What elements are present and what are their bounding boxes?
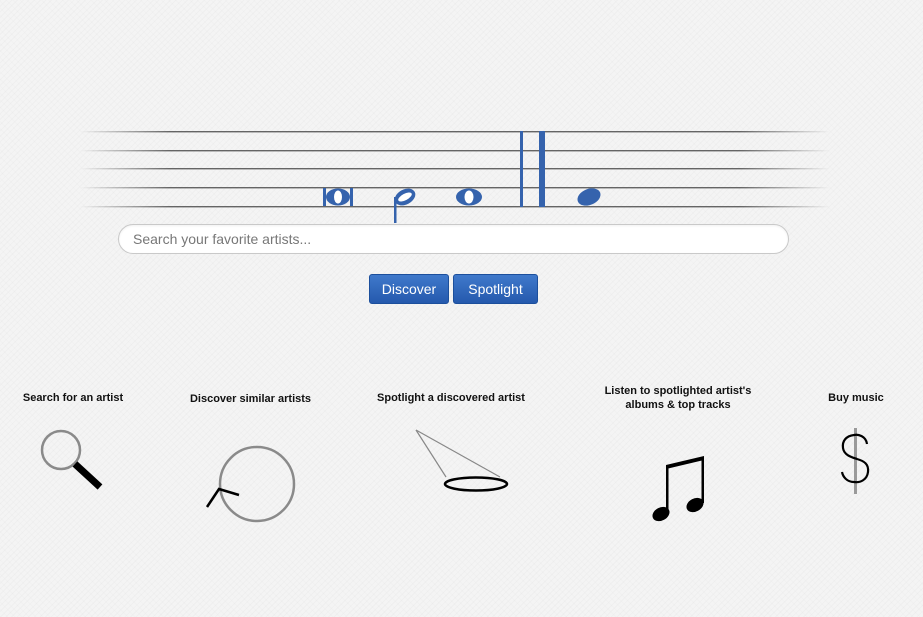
spotlight-button[interactable]: Spotlight [453, 274, 538, 304]
step-spotlight: Spotlight a discovered artist [365, 384, 537, 405]
spotlight-icon [415, 429, 509, 492]
search-bar [118, 224, 789, 254]
step-label: Search for an artist [22, 392, 124, 404]
whole-note-icon [456, 188, 482, 206]
search-input[interactable] [118, 224, 789, 254]
quarter-note-icon [577, 188, 601, 206]
discover-button[interactable]: Discover [369, 274, 449, 304]
step-discover: Discover similar artists [178, 384, 323, 406]
step-search: Search for an artist [12, 384, 134, 405]
step-label: Spotlight a discovered artist [377, 392, 525, 404]
staff-lines [80, 131, 830, 208]
half-note-icon [394, 188, 416, 223]
dollar-icon [840, 428, 870, 494]
step-listen: Listen to spotlighted artist's albums & … [590, 384, 766, 412]
step-label: Buy music [828, 392, 884, 404]
double-whole-note-icon [323, 188, 353, 206]
step-buy: Buy music [815, 384, 897, 405]
circle-arrow-icon [205, 445, 296, 523]
magnifier-icon [40, 429, 103, 490]
step-label: Discover similar artists [189, 393, 312, 405]
music-note-icon [652, 456, 704, 522]
staff-logo [80, 131, 830, 223]
step-label: Listen to spotlighted artist's albums & … [604, 385, 752, 411]
